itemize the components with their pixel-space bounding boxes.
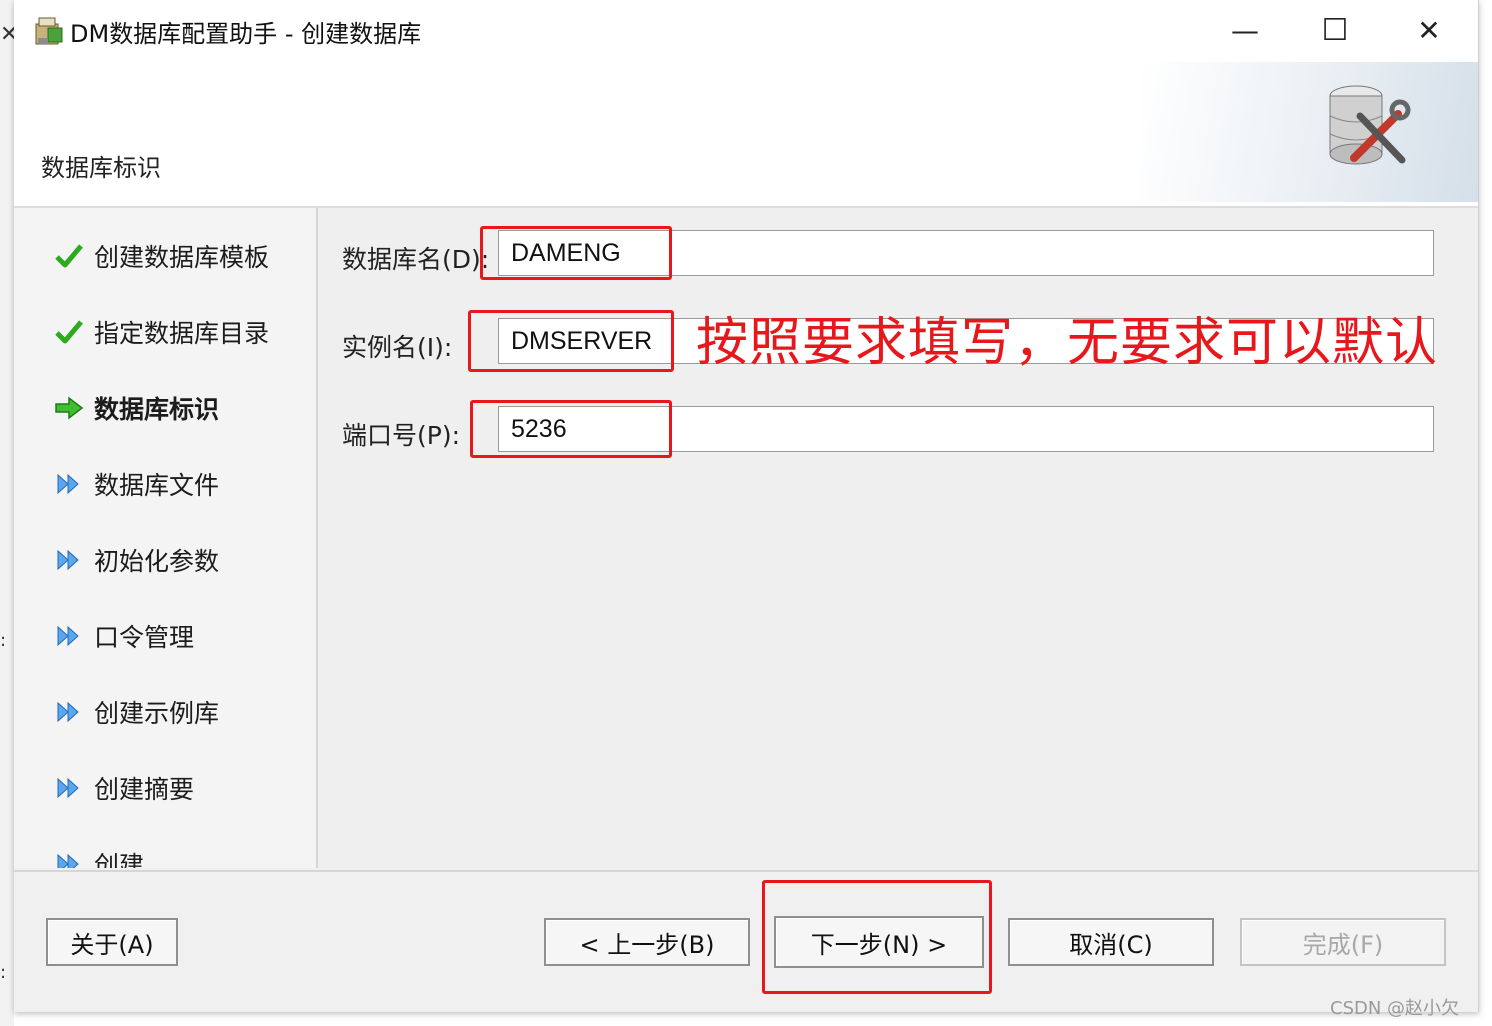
step-label: 初始化参数 [94, 547, 220, 576]
annotation-text: 按照要求填写，无要求可以默认 [696, 313, 1439, 373]
title-bar: DM数据库配置助手 - 创建数据库 — ☐ ✕ [14, 0, 1478, 62]
prev-button[interactable]: < 上一步(B) [544, 918, 750, 966]
header-banner [1140, 62, 1478, 202]
cancel-button[interactable]: 取消(C) [1008, 918, 1214, 966]
dialog-window: DM数据库配置助手 - 创建数据库 — ☐ ✕ 数据库标识 创建数据库模板 指定… [14, 0, 1479, 1012]
db-name-label: 数据库名(D): [342, 245, 490, 274]
window-title: DM数据库配置助手 - 创建数据库 [70, 20, 422, 48]
page-title: 数据库标识 [41, 154, 161, 182]
background-fragment: : [0, 962, 7, 983]
maximize-button[interactable]: ☐ [1312, 10, 1358, 50]
arrow-right-icon [52, 393, 86, 423]
step-db-files: 数据库文件 [52, 464, 219, 504]
minimize-button[interactable]: — [1222, 10, 1268, 50]
close-icon: ✕ [1417, 13, 1441, 47]
step-summary: 创建摘要 [52, 768, 194, 808]
maximize-icon: ☐ [1321, 12, 1349, 48]
step-db-directory: 指定数据库目录 [52, 312, 269, 352]
finish-button: 完成(F) [1240, 918, 1446, 966]
port-label: 端口号(P): [342, 421, 461, 450]
check-icon [52, 241, 86, 271]
check-icon [52, 317, 86, 347]
step-create: 创建 [52, 844, 144, 868]
step-label: 数据库文件 [94, 471, 220, 500]
wizard-header: 数据库标识 [14, 62, 1478, 208]
double-arrow-icon [52, 545, 86, 575]
background-fragment: : [0, 630, 7, 651]
instance-name-label: 实例名(I): [342, 333, 453, 362]
watermark: CSDN @赵小欠 [1330, 998, 1460, 1019]
minimize-icon: — [1231, 13, 1259, 47]
step-label: 创建摘要 [94, 775, 195, 804]
step-init-params: 初始化参数 [52, 540, 219, 580]
double-arrow-icon [52, 697, 86, 727]
step-create-template: 创建数据库模板 [52, 236, 269, 276]
step-sample-db: 创建示例库 [52, 692, 219, 732]
button-bar: 关于(A) < 上一步(B) 下一步(N) > 取消(C) 完成(F) [14, 870, 1478, 1012]
wizard-steps-sidebar: 创建数据库模板 指定数据库目录 数据库标识 数据库文件 初始化参数 口令管理 创… [14, 208, 318, 868]
highlight-box-port [470, 400, 672, 458]
double-arrow-icon [52, 773, 86, 803]
step-label: 创建 [94, 851, 145, 868]
form-panel: 数据库名(D): 实例名(I): 端口号(P): 按照要求填写，无要求可以默认 [318, 208, 1478, 868]
step-label: 数据库标识 [94, 395, 220, 424]
double-arrow-icon [52, 469, 86, 499]
app-icon [35, 17, 63, 45]
close-button[interactable]: ✕ [1406, 10, 1452, 50]
highlight-box-instance [468, 310, 674, 372]
step-db-identity: 数据库标识 [52, 388, 219, 428]
highlight-box-db-name [480, 226, 672, 280]
about-button[interactable]: 关于(A) [46, 918, 178, 966]
double-arrow-icon [52, 849, 86, 868]
database-tools-icon [1329, 85, 1411, 165]
step-label: 口令管理 [94, 623, 195, 652]
step-label: 创建示例库 [94, 699, 220, 728]
double-arrow-icon [52, 621, 86, 651]
step-label: 创建数据库模板 [94, 243, 270, 272]
step-label: 指定数据库目录 [94, 319, 270, 348]
highlight-box-next [762, 880, 992, 994]
background-strip [0, 0, 14, 1026]
step-password-mgmt: 口令管理 [52, 616, 194, 656]
